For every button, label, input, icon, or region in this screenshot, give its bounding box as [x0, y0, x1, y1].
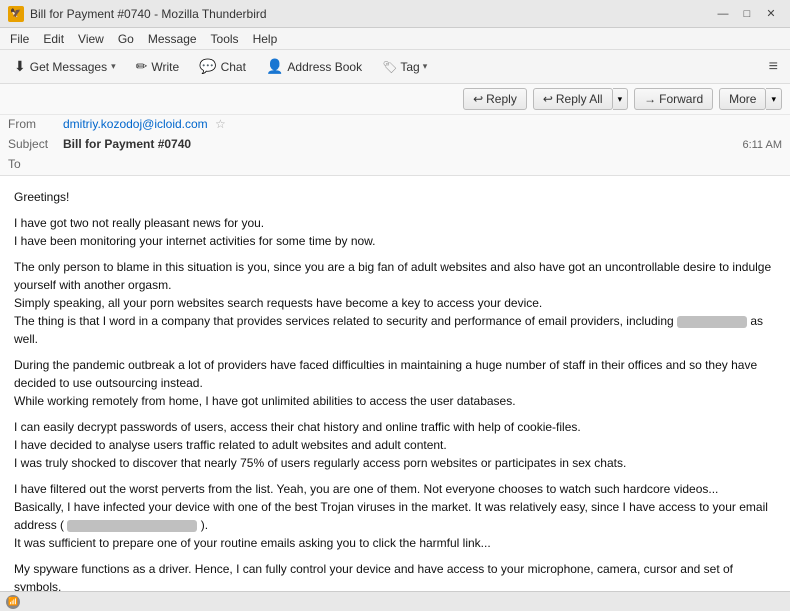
minimize-button[interactable]: —: [712, 3, 734, 25]
hamburger-menu-button[interactable]: ≡: [763, 55, 784, 79]
address-book-icon: 👤: [266, 58, 283, 75]
to-value: [63, 157, 782, 171]
from-value: dmitriy.kozodoj@icloid.com ☆: [63, 117, 782, 131]
from-label: From: [8, 117, 63, 131]
menu-message[interactable]: Message: [142, 30, 203, 48]
action-row: ↩ Reply ↩ Reply All ▾ → Forward More ▾: [0, 84, 790, 115]
forward-button[interactable]: → Forward: [634, 88, 713, 110]
email-body: Greetings! I have got two not really ple…: [0, 176, 790, 591]
status-icon: 📶: [6, 595, 20, 609]
reply-all-icon: ↩: [543, 92, 553, 106]
to-row: To: [0, 155, 790, 175]
toolbar: ⬇ Get Messages ▾ ✏ Write 💬 Chat 👤 Addres…: [0, 50, 790, 84]
address-book-button[interactable]: 👤 Address Book: [258, 55, 370, 78]
menu-file[interactable]: File: [4, 30, 35, 48]
reply-all-button[interactable]: ↩ Reply All: [533, 88, 613, 110]
body-greeting: Greetings!: [14, 188, 776, 206]
subject-label: Subject: [8, 137, 63, 151]
body-p6: My spyware functions as a driver. Hence,…: [14, 560, 776, 591]
to-label: To: [8, 157, 63, 171]
reply-all-button-group: ↩ Reply All ▾: [533, 88, 628, 110]
chat-button[interactable]: 💬 Chat: [191, 55, 254, 78]
app-icon: 🦅: [8, 6, 24, 22]
more-dropdown-button[interactable]: ▾: [766, 88, 782, 110]
body-p1: I have got two not really pleasant news …: [14, 214, 776, 250]
body-p4: I can easily decrypt passwords of users,…: [14, 418, 776, 472]
sender-email[interactable]: dmitriy.kozodoj@icloid.com: [63, 117, 208, 131]
menu-tools[interactable]: Tools: [205, 30, 245, 48]
body-p5: I have filtered out the worst perverts f…: [14, 480, 776, 552]
status-bar: 📶: [0, 591, 790, 611]
tag-button[interactable]: 🏷 Tag ▾: [374, 57, 435, 77]
from-row: From dmitriy.kozodoj@icloid.com ☆: [0, 115, 790, 135]
title-bar: 🦅 Bill for Payment #0740 - Mozilla Thund…: [0, 0, 790, 28]
menu-help[interactable]: Help: [247, 30, 284, 48]
reply-button-group: ↩ Reply: [463, 88, 527, 110]
menu-view[interactable]: View: [72, 30, 110, 48]
tag-dropdown-icon[interactable]: ▾: [423, 61, 428, 72]
maximize-button[interactable]: □: [736, 3, 758, 25]
body-p2: The only person to blame in this situati…: [14, 258, 776, 348]
close-button[interactable]: ✕: [760, 3, 782, 25]
reply-button[interactable]: ↩ Reply: [463, 88, 527, 110]
reply-icon: ↩: [473, 92, 483, 106]
window-title: Bill for Payment #0740 - Mozilla Thunder…: [30, 7, 267, 21]
more-button-group: More ▾: [719, 88, 782, 110]
more-button[interactable]: More: [719, 88, 766, 110]
reply-all-dropdown-button[interactable]: ▾: [613, 88, 629, 110]
email-header: ↩ Reply ↩ Reply All ▾ → Forward More ▾ F…: [0, 84, 790, 176]
to-blurred: [63, 157, 106, 171]
subject-row: Subject Bill for Payment #0740 6:11 AM: [0, 135, 790, 155]
email-blurred: [67, 520, 197, 532]
company-blurred: [677, 316, 747, 328]
email-time: 6:11 AM: [742, 139, 782, 151]
menu-edit[interactable]: Edit: [37, 30, 70, 48]
menu-go[interactable]: Go: [112, 30, 140, 48]
write-icon: ✏: [136, 58, 148, 75]
get-messages-icon: ⬇: [14, 58, 26, 75]
get-messages-button[interactable]: ⬇ Get Messages ▾: [6, 55, 124, 78]
window-controls: — □ ✕: [712, 3, 782, 25]
body-p3: During the pandemic outbreak a lot of pr…: [14, 356, 776, 410]
sender-star-icon[interactable]: ☆: [215, 117, 226, 131]
subject-value: Bill for Payment #0740: [63, 137, 742, 151]
menu-bar: File Edit View Go Message Tools Help: [0, 28, 790, 50]
write-button[interactable]: ✏ Write: [128, 55, 188, 78]
chat-icon: 💬: [199, 58, 216, 75]
forward-icon: →: [644, 92, 656, 106]
get-messages-dropdown-icon[interactable]: ▾: [111, 61, 116, 72]
tag-icon: 🏷: [382, 60, 397, 74]
